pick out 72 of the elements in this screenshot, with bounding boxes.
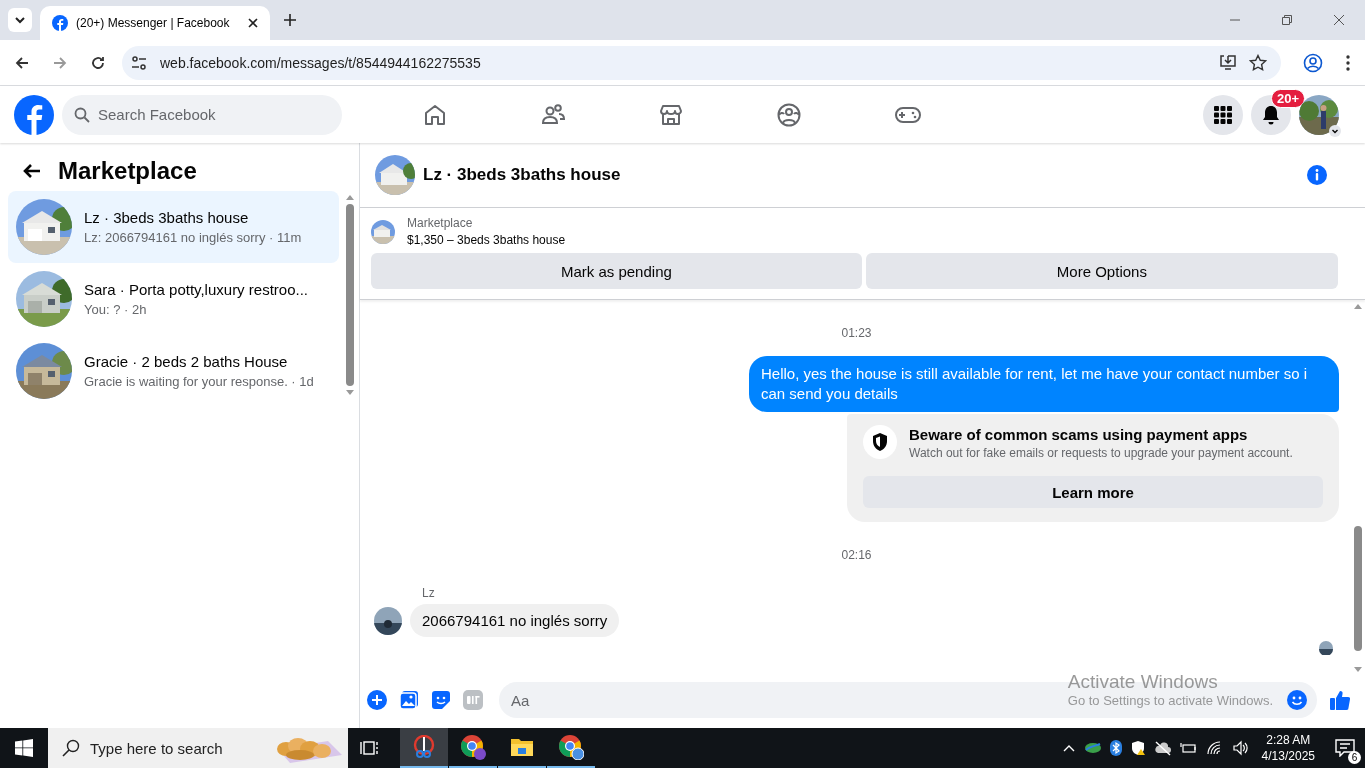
seen-avatar-icon [1319, 641, 1333, 655]
activation-watermark-text: Go to Settings to activate Windows. [1067, 693, 1273, 708]
cloud-off-icon[interactable] [1153, 740, 1172, 756]
sent-message: Hello, yes the house is still available for rent, let me have your contact number so i can send you details [749, 356, 1339, 412]
facebook-icon [52, 15, 68, 31]
conversation-preview: You: ? · 2h [84, 302, 148, 317]
emoji-icon[interactable] [1287, 690, 1307, 710]
task-view-icon[interactable] [360, 738, 380, 758]
snipping-tool-icon[interactable] [400, 728, 448, 768]
sidebar-title: Marketplace [58, 157, 197, 185]
browser-tab[interactable]: (20+) Messenger | Facebook [40, 6, 270, 40]
thumbs-up-icon[interactable] [1329, 689, 1351, 711]
info-icon[interactable] [1307, 165, 1327, 185]
warning-title: Beware of common scams using payment apps [909, 426, 1249, 443]
conversation-item[interactable]: Lz · 3beds 3baths house Lz: 2066794161 no inglés sorry · 11m [8, 191, 339, 263]
plus-icon[interactable] [367, 690, 387, 710]
chevron-down-icon [14, 14, 26, 26]
conversation-title: Sara · Porta potty,luxury restroo... [84, 281, 308, 298]
action-button[interactable]: More Options [865, 253, 1338, 289]
bell-icon [1261, 104, 1281, 125]
chevron-down-icon[interactable] [1329, 124, 1341, 137]
received-message: 2066794161 no inglés sorry [410, 604, 620, 637]
conversation-title: Lz · 3beds 3baths house [84, 209, 250, 226]
sender-name: Lz [421, 585, 436, 602]
shield-icon [863, 425, 897, 459]
action-button[interactable]: Mark as pending [371, 253, 862, 289]
clock-date[interactable]: 4/13/2025 [1261, 748, 1315, 764]
tab-title: (20+) Messenger | Facebook [76, 16, 231, 30]
image-icon[interactable] [399, 690, 419, 710]
battery-icon[interactable] [1179, 740, 1198, 756]
reload-icon[interactable] [90, 54, 106, 71]
chat-title: Lz · 3beds 3baths house [423, 165, 621, 185]
profile-icon[interactable] [1303, 52, 1323, 73]
back-icon[interactable] [14, 54, 30, 71]
notification-count: 6 [1348, 751, 1361, 764]
notification-badge: 20+ [1271, 88, 1306, 108]
install-app-icon[interactable] [1219, 53, 1237, 72]
menu-button[interactable] [1203, 94, 1243, 135]
conversation-preview: Lz: 2066794161 no inglés sorry · 11m [84, 230, 302, 245]
listing-label: Marketplace [407, 216, 474, 230]
security-shield-icon[interactable] [1129, 740, 1146, 756]
conversation-item[interactable]: Sara · Porta potty,luxury restroo... You: ? · 2h [8, 263, 339, 335]
new-tab-icon[interactable] [284, 14, 296, 26]
site-settings-icon[interactable] [130, 53, 148, 72]
bluetooth-icon[interactable] [1109, 740, 1122, 756]
close-icon[interactable] [248, 18, 258, 28]
restore-icon[interactable] [1281, 14, 1293, 26]
bookmark-star-icon[interactable] [1249, 53, 1267, 72]
conversation-title: Gracie · 2 beds 2 baths House [84, 353, 289, 370]
search-icon [74, 106, 90, 123]
tab-list-button[interactable] [8, 8, 32, 32]
clock-time[interactable]: 2:28 AM [1266, 732, 1311, 748]
grid-icon [1213, 104, 1233, 125]
sticker-icon[interactable] [431, 690, 451, 710]
facebook-logo-icon[interactable] [14, 94, 54, 135]
taskbar-search-field[interactable]: Type here to search [48, 728, 348, 768]
search-field[interactable]: Search Facebook [62, 94, 342, 135]
search-icon [62, 739, 80, 757]
warning-text: Watch out for fake emails or requests to upgrade your payment account. [909, 446, 1293, 460]
conversation-preview: Gracie is waiting for your response. · 1d [84, 374, 314, 389]
timestamp: 01:23 [840, 325, 873, 342]
network-globe-icon[interactable] [1083, 740, 1102, 756]
forward-icon[interactable] [52, 54, 68, 71]
address-field[interactable]: web.facebook.com/messages/t/8544944162275535 [122, 45, 1281, 80]
listing-title[interactable]: $1,350 – 3beds 3baths house [407, 233, 566, 247]
conversation-item[interactable]: Gracie · 2 beds 2 baths House Gracie is waiting for your response. · 1d [8, 335, 339, 407]
groups-icon[interactable] [776, 101, 802, 128]
learn-more-button[interactable]: Learn more [863, 476, 1323, 508]
menu-icon[interactable] [1345, 53, 1351, 72]
windows-start-icon[interactable] [15, 739, 33, 757]
timestamp: 02:16 [840, 547, 873, 564]
volume-icon[interactable] [1231, 740, 1250, 756]
